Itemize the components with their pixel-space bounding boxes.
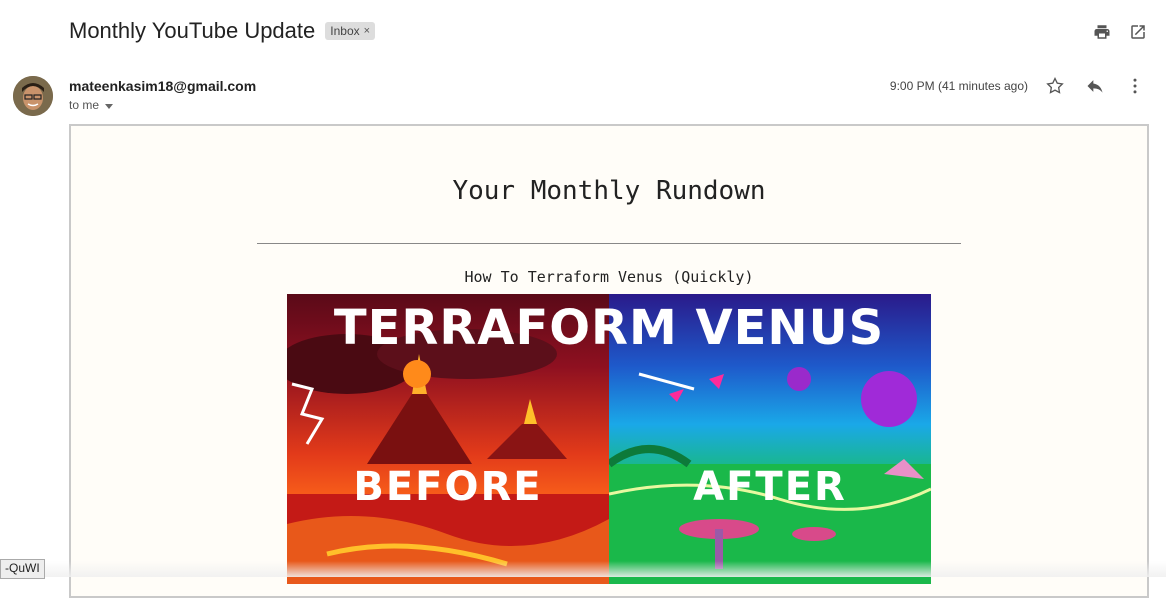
open-in-new-window-icon[interactable] xyxy=(1128,22,1148,42)
chevron-down-icon[interactable] xyxy=(105,98,114,112)
recipient-details[interactable]: to me xyxy=(69,98,114,112)
sender-email[interactable]: mateenkasim18@gmail.com xyxy=(69,78,256,94)
video-title-link[interactable]: How To Terraform Venus (Quickly) xyxy=(71,268,1147,286)
email-header: Monthly YouTube Update Inbox × xyxy=(69,18,376,44)
newsletter-heading: Your Monthly Rundown xyxy=(452,176,766,206)
label-text: Inbox xyxy=(330,24,360,38)
remove-label-button[interactable]: × xyxy=(364,25,370,37)
more-vertical-icon[interactable] xyxy=(1122,76,1148,96)
recipient-text: to me xyxy=(69,98,100,112)
email-body-frame: Your Monthly Rundown How To Terraform Ve… xyxy=(69,124,1149,598)
sender-avatar[interactable] xyxy=(13,76,53,116)
email-subject: Monthly YouTube Update xyxy=(69,18,316,43)
print-icon[interactable] xyxy=(1092,22,1112,42)
thumbnail-after-label: AFTER xyxy=(693,464,847,510)
top-actions xyxy=(1092,22,1148,42)
divider xyxy=(257,243,961,244)
url-tooltip: -QuWI xyxy=(0,559,45,579)
reply-icon[interactable] xyxy=(1082,76,1108,96)
scroll-fade xyxy=(0,561,1166,577)
thumbnail-title-text: TERRAFORM VENUS xyxy=(333,300,885,356)
star-icon[interactable] xyxy=(1042,76,1068,96)
inbox-label-chip[interactable]: Inbox × xyxy=(325,22,376,40)
video-thumbnail[interactable]: TERRAFORM VENUS BEFORE AFTER xyxy=(287,294,931,584)
email-timestamp: 9:00 PM (41 minutes ago) xyxy=(889,79,1028,93)
message-actions xyxy=(1042,76,1148,96)
thumbnail-before-label: BEFORE xyxy=(353,464,543,510)
